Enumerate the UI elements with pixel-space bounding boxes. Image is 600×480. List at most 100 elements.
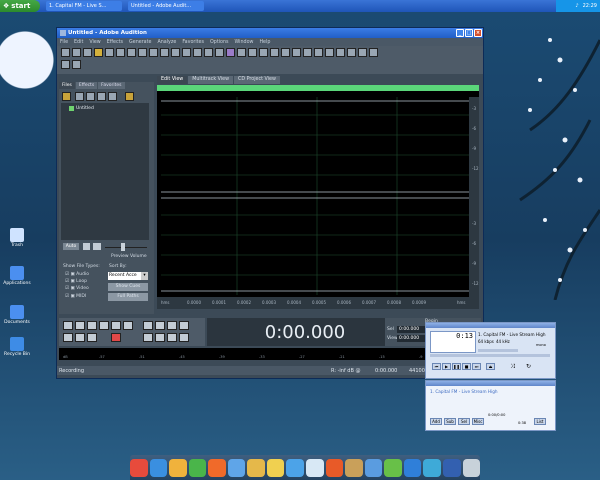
messenger-icon[interactable]	[188, 458, 207, 477]
new-icon[interactable]	[61, 48, 70, 57]
play-looped-icon[interactable]	[111, 321, 121, 330]
view-begin-field[interactable]: 0:00.000	[397, 335, 427, 342]
document-icon[interactable]	[247, 458, 265, 477]
tab-multitrack-view[interactable]: Multitrack View	[188, 76, 234, 84]
close-file-icon[interactable]	[86, 92, 95, 101]
move-icon[interactable]	[303, 48, 312, 57]
play-icon[interactable]	[75, 321, 85, 330]
archive-icon[interactable]	[345, 458, 363, 477]
tone-icon[interactable]	[215, 48, 224, 57]
show-cues-button[interactable]: Show Cues	[108, 283, 148, 291]
zoom-out-icon[interactable]	[155, 321, 165, 330]
zoom-selection-icon[interactable]	[179, 321, 189, 330]
browser-icon[interactable]	[129, 458, 148, 477]
record-icon[interactable]	[111, 333, 121, 342]
f-app-icon[interactable]	[442, 458, 461, 477]
desktop-icon-documents[interactable]: Documents	[2, 305, 32, 325]
grid-icon[interactable]	[369, 48, 378, 57]
spectral-view-icon[interactable]	[325, 48, 334, 57]
zoom-right-icon[interactable]	[179, 333, 189, 342]
menu-analyze[interactable]: Analyze	[157, 40, 176, 45]
pause-icon[interactable]	[87, 321, 97, 330]
menu-favorites[interactable]: Favorites	[182, 40, 204, 45]
previous-icon[interactable]: ⏮	[432, 363, 441, 370]
k-app-icon[interactable]	[364, 458, 383, 477]
menu-window[interactable]: Window	[235, 40, 254, 45]
file-type-midi[interactable]: ☑ ▣ MIDI	[65, 293, 89, 300]
time-select-icon[interactable]	[259, 48, 268, 57]
window-icon[interactable]	[61, 60, 70, 69]
tab-cd-project-view[interactable]: CD Project View	[234, 76, 280, 84]
selection-begin-field[interactable]: 0:00.000	[397, 326, 427, 333]
save-icon[interactable]	[83, 48, 92, 57]
markers-icon[interactable]	[204, 48, 213, 57]
pitch-icon[interactable]	[248, 48, 257, 57]
desktop-icon-trash[interactable]: Trash	[2, 228, 32, 248]
preview-volume-slider[interactable]	[121, 243, 125, 251]
menu-effects[interactable]: Effects	[107, 40, 123, 45]
sync-icon[interactable]	[423, 458, 441, 477]
firefox-icon[interactable]	[325, 458, 344, 477]
desktop-icon-applications[interactable]: Applications	[2, 266, 32, 286]
music-icon[interactable]	[384, 458, 402, 477]
cd-icon[interactable]	[347, 48, 356, 57]
desktop-icon-recycle-bin[interactable]: Recycle Bin	[2, 337, 32, 357]
zoom-full-icon[interactable]	[167, 321, 177, 330]
eject-icon[interactable]: ⏏	[486, 363, 495, 370]
waveform-view-icon[interactable]	[336, 48, 345, 57]
file-type-audio[interactable]: ☑ ▣ Audio	[65, 271, 89, 278]
save-all-icon[interactable]	[105, 48, 114, 57]
edit-file-icon[interactable]	[108, 92, 117, 101]
menu-file[interactable]: File	[60, 40, 68, 45]
home-icon[interactable]	[286, 458, 304, 477]
window-titlebar[interactable]: Untitled - Adobe Audition _ □ ×	[57, 28, 483, 38]
lasso-icon[interactable]	[281, 48, 290, 57]
loop-preview-icon[interactable]	[93, 243, 101, 250]
zoom-in-vertical-icon[interactable]	[143, 333, 153, 342]
list-item[interactable]: Untitled	[69, 106, 149, 111]
close-button[interactable]: ×	[474, 29, 482, 37]
weather-icon[interactable]	[462, 458, 481, 477]
minimize-button[interactable]: _	[456, 29, 464, 37]
new-file-icon[interactable]	[97, 92, 106, 101]
copy-icon[interactable]	[127, 48, 136, 57]
auto-play-button[interactable]: Auto	[63, 243, 79, 250]
full-paths-button[interactable]: Full Paths	[108, 293, 148, 301]
rewind-icon[interactable]	[63, 333, 73, 342]
tab-edit-view[interactable]: Edit View	[157, 76, 188, 84]
file-type-loop[interactable]: ☑ ▣ Loop	[65, 278, 89, 285]
import-icon[interactable]	[75, 92, 84, 101]
go-to-end-icon[interactable]	[87, 333, 97, 342]
pencil-icon[interactable]	[169, 458, 187, 477]
mix-paste-icon[interactable]	[171, 48, 180, 57]
play-icon[interactable]: ▶	[442, 363, 451, 370]
image-icon[interactable]	[306, 458, 324, 477]
start-button[interactable]: ❖ start	[0, 0, 40, 12]
waveform-display[interactable]: -3 -6 -9 -12 -3 -6 -9 -12 hms 0.0000 0.0001 0.000…	[157, 85, 479, 309]
taskbar-item-audition[interactable]: Untitled - Adobe Audit...	[128, 1, 204, 11]
winamp-volume-slider[interactable]	[478, 349, 518, 352]
open-file-icon[interactable]	[62, 92, 71, 101]
redo-icon[interactable]	[160, 48, 169, 57]
internet-explorer-icon[interactable]	[149, 458, 168, 477]
frequency-icon[interactable]	[237, 48, 246, 57]
zoom-out-vertical-icon[interactable]	[155, 333, 165, 342]
chat-icon[interactable]	[208, 458, 226, 477]
tab-files[interactable]: Files	[59, 82, 75, 89]
taskbar-item-capital-fm[interactable]: 1. Capital FM - Live S...	[46, 1, 122, 11]
undo-icon[interactable]	[149, 48, 158, 57]
marquee-icon[interactable]	[270, 48, 279, 57]
layout-icon[interactable]	[72, 60, 81, 69]
folder-icon[interactable]	[125, 92, 134, 101]
next-icon[interactable]: ⏭	[472, 363, 481, 370]
paste-icon[interactable]	[138, 48, 147, 57]
fast-forward-icon[interactable]	[75, 333, 85, 342]
winamp-titlebar[interactable]	[426, 323, 555, 328]
settings-icon[interactable]	[358, 48, 367, 57]
open-icon[interactable]	[72, 48, 81, 57]
zoom-in-icon[interactable]	[143, 321, 153, 330]
hybrid-icon[interactable]	[314, 48, 323, 57]
playlist-sel-button[interactable]: Sel	[458, 418, 470, 425]
menu-generate[interactable]: Generate	[129, 40, 151, 45]
silence-icon[interactable]	[193, 48, 202, 57]
